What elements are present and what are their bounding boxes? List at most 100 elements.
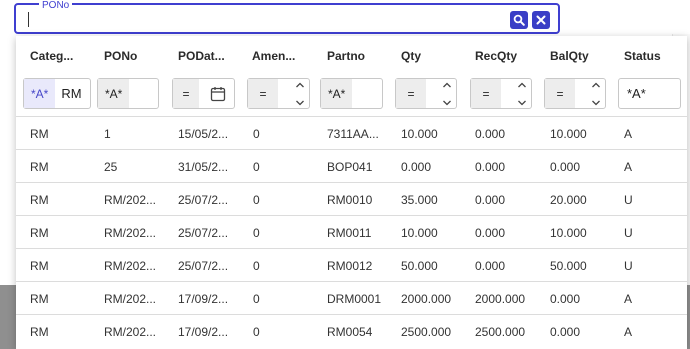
number-spinner[interactable] bbox=[590, 81, 602, 107]
filter-partno[interactable]: *A* bbox=[320, 78, 383, 109]
cell-status: A bbox=[624, 291, 633, 306]
cell-recqty: 0.000 bbox=[475, 258, 506, 273]
filter-balqty[interactable]: = bbox=[544, 78, 606, 109]
table-row[interactable]: RM RM/202... 25/07/2... 0 RM0011 10.000 0.000 1… bbox=[16, 215, 687, 248]
cell-category: RM bbox=[30, 192, 49, 207]
table-row[interactable]: RM RM/202... 25/07/2... 0 RM0010 35.000 0.000 2… bbox=[16, 182, 687, 215]
table-row[interactable]: RM RM/202... 25/07/2... 0 RM0012 50.000 0.000 5… bbox=[16, 248, 687, 281]
column-header-amend[interactable]: Amen... bbox=[252, 36, 312, 76]
cell-balqty: 0.000 bbox=[550, 159, 581, 174]
cell-partno: RM0012 bbox=[327, 258, 373, 273]
filter-operator[interactable]: = bbox=[471, 79, 501, 108]
chevron-up-icon[interactable] bbox=[591, 81, 601, 89]
cell-partno: RM0010 bbox=[327, 192, 373, 207]
cell-category: RM bbox=[30, 126, 49, 141]
cell-pono: 25 bbox=[104, 159, 118, 174]
cell-amend: 0 bbox=[253, 126, 260, 141]
chevron-up-icon[interactable] bbox=[442, 81, 452, 89]
filter-operator[interactable]: = bbox=[248, 79, 278, 108]
filter-recqty[interactable]: = bbox=[470, 78, 532, 109]
column-header-balqty[interactable]: BalQty bbox=[550, 36, 610, 76]
filter-qty[interactable]: = bbox=[395, 78, 457, 109]
chevron-up-icon[interactable] bbox=[517, 81, 527, 89]
number-spinner[interactable] bbox=[294, 81, 306, 107]
cell-podate: 25/07/2... bbox=[178, 192, 229, 207]
number-spinner[interactable] bbox=[441, 81, 453, 107]
cell-amend: 0 bbox=[253, 291, 260, 306]
chevron-down-icon[interactable] bbox=[517, 99, 527, 107]
cell-pono: RM/202... bbox=[104, 291, 157, 306]
cell-partno: 7311AA... bbox=[327, 126, 379, 141]
cell-podate: 25/07/2... bbox=[178, 225, 229, 240]
cell-amend: 0 bbox=[253, 324, 260, 339]
cell-status: A bbox=[624, 159, 633, 174]
column-header-pono[interactable]: PONo bbox=[104, 36, 164, 76]
cell-balqty: 50.000 bbox=[550, 258, 587, 273]
filter-category[interactable]: *A* RM bbox=[23, 78, 91, 109]
cell-qty: 50.000 bbox=[401, 258, 438, 273]
filter-operator[interactable]: = bbox=[173, 79, 199, 108]
table-row[interactable]: RM RM/202... 17/09/2... 0 RM0054 2500.000 2500… bbox=[16, 314, 687, 347]
filter-mode-chip[interactable]: *A* bbox=[321, 79, 353, 108]
cell-qty: 2000.000 bbox=[401, 291, 452, 306]
cell-qty: 0.000 bbox=[401, 159, 432, 174]
filter-category-value[interactable]: RM bbox=[55, 86, 81, 101]
column-header-partno[interactable]: Partno bbox=[327, 36, 387, 76]
cell-qty: 10.000 bbox=[401, 126, 438, 141]
filter-mode-chip[interactable]: *A* bbox=[619, 86, 646, 101]
cell-pono: RM/202... bbox=[104, 324, 157, 339]
cell-qty: 10.000 bbox=[401, 225, 438, 240]
cell-category: RM bbox=[30, 324, 49, 339]
cell-podate: 17/09/2... bbox=[178, 291, 229, 306]
cell-status: U bbox=[624, 192, 633, 207]
search-button[interactable] bbox=[510, 11, 528, 29]
cell-status: U bbox=[624, 258, 633, 273]
chevron-down-icon[interactable] bbox=[442, 99, 452, 107]
chevron-down-icon[interactable] bbox=[295, 99, 305, 107]
calendar-icon[interactable] bbox=[210, 86, 226, 102]
clear-button[interactable] bbox=[532, 11, 550, 29]
cell-pono: RM/202... bbox=[104, 192, 157, 207]
cell-balqty: 20.000 bbox=[550, 192, 587, 207]
filter-mode-chip[interactable]: *A* bbox=[98, 79, 130, 108]
number-spinner[interactable] bbox=[516, 81, 528, 107]
column-header-qty[interactable]: Qty bbox=[401, 36, 461, 76]
cell-status: U bbox=[624, 225, 633, 240]
filter-operator[interactable]: = bbox=[396, 79, 426, 108]
cell-partno: BOP041 bbox=[327, 159, 373, 174]
chevron-down-icon[interactable] bbox=[591, 99, 601, 107]
column-header-category[interactable]: Categ... bbox=[30, 36, 90, 76]
cell-partno: RM0054 bbox=[327, 324, 373, 339]
column-header-status[interactable]: Status bbox=[624, 36, 684, 76]
cell-amend: 0 bbox=[253, 192, 260, 207]
cell-balqty: 10.000 bbox=[550, 126, 587, 141]
chevron-up-icon[interactable] bbox=[295, 81, 305, 89]
cell-partno: RM0011 bbox=[327, 225, 372, 240]
pono-search-field[interactable]: PONo bbox=[14, 1, 560, 34]
cell-recqty: 0.000 bbox=[475, 126, 506, 141]
cell-amend: 0 bbox=[253, 258, 260, 273]
cell-category: RM bbox=[30, 159, 49, 174]
table-row[interactable]: RM 25 31/05/2... 0 BOP041 0.000 0.000 0.000 A bbox=[16, 149, 687, 182]
cell-recqty: 2500.000 bbox=[475, 324, 526, 339]
filter-podate[interactable]: = bbox=[172, 78, 235, 109]
cell-amend: 0 bbox=[253, 159, 260, 174]
cell-pono: RM/202... bbox=[104, 225, 157, 240]
cell-status: A bbox=[624, 126, 633, 141]
cell-balqty: 0.000 bbox=[550, 291, 581, 306]
cell-qty: 35.000 bbox=[401, 192, 438, 207]
filter-status[interactable]: *A* bbox=[618, 78, 681, 109]
filter-operator[interactable]: = bbox=[545, 79, 575, 108]
cell-category: RM bbox=[30, 225, 49, 240]
cell-balqty: 10.000 bbox=[550, 225, 587, 240]
search-icon bbox=[513, 14, 525, 26]
filter-amend[interactable]: = bbox=[247, 78, 310, 109]
cell-recqty: 0.000 bbox=[475, 192, 506, 207]
filter-mode-chip[interactable]: *A* bbox=[24, 79, 56, 108]
table-row[interactable]: RM RM/202... 17/09/2... 0 DRM0001 2000.000 200… bbox=[16, 281, 687, 314]
table-row[interactable]: RM 1 15/05/2... 0 7311AA... 10.000 0.000 10.000… bbox=[16, 116, 687, 149]
filter-pono[interactable]: *A* bbox=[97, 78, 159, 109]
cell-recqty: 0.000 bbox=[475, 159, 506, 174]
column-header-recqty[interactable]: RecQty bbox=[475, 36, 535, 76]
column-header-podate[interactable]: PODat... bbox=[178, 36, 238, 76]
